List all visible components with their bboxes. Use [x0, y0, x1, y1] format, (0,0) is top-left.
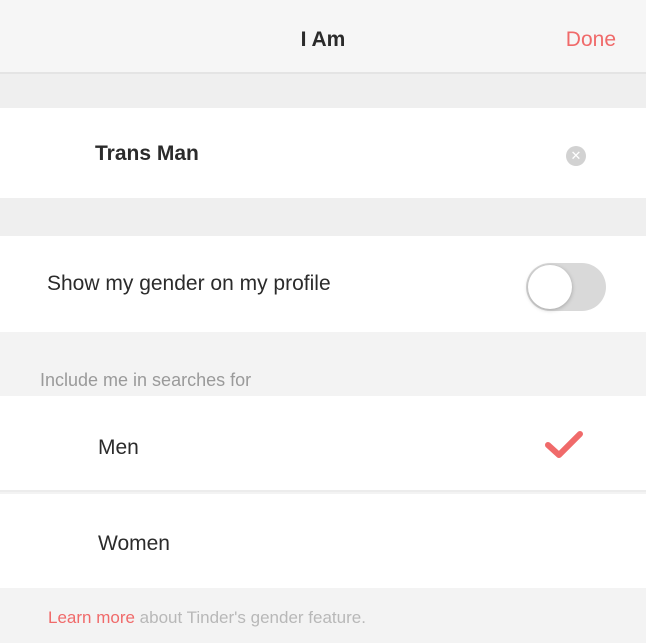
toggle-knob: [528, 265, 572, 309]
show-gender-row: Show my gender on my profile: [0, 236, 646, 332]
learn-more-link[interactable]: Learn more: [48, 608, 135, 627]
search-option-label: Men: [98, 436, 139, 459]
navigation-bar: I Am Done: [0, 0, 646, 74]
gender-settings-screen: I Am Done Trans Man ✕ Show my gender on …: [0, 0, 646, 643]
footer-text: about Tinder's gender feature.: [134, 608, 366, 627]
footer-note: Learn more about Tinder's gender feature…: [48, 608, 366, 628]
search-option-women[interactable]: Women: [0, 494, 646, 588]
show-gender-toggle[interactable]: [526, 263, 606, 311]
page-title: I Am: [300, 28, 346, 51]
show-gender-label: Show my gender on my profile: [47, 272, 331, 295]
clear-x-icon[interactable]: ✕: [566, 146, 586, 166]
search-option-men[interactable]: Men: [0, 396, 646, 492]
gender-value-row[interactable]: Trans Man ✕: [0, 108, 646, 198]
spacer-band: [0, 74, 646, 108]
search-option-label: Women: [98, 532, 170, 555]
checkmark-icon: [545, 431, 583, 458]
done-button[interactable]: Done: [566, 0, 616, 74]
search-section-header: Include me in searches for: [40, 370, 252, 390]
spacer-band: [0, 198, 646, 236]
gender-value[interactable]: Trans Man: [95, 142, 199, 166]
